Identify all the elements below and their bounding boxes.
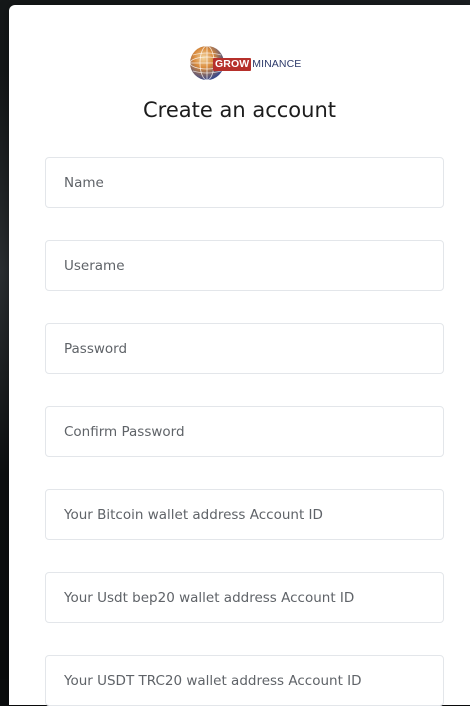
- password-input[interactable]: [45, 323, 444, 374]
- brand-logo[interactable]: GROW MINANCE: [187, 41, 317, 85]
- name-input[interactable]: [45, 157, 444, 208]
- usdt-trc20-wallet-input[interactable]: [45, 655, 444, 706]
- confirm-password-input[interactable]: [45, 406, 444, 457]
- username-input[interactable]: [45, 240, 444, 291]
- brand-name-part2: MINANCE: [252, 57, 302, 70]
- signup-card: GROW MINANCE Create an account: [9, 5, 470, 706]
- form-title: Create an account: [143, 98, 336, 122]
- usdt-bep20-wallet-input[interactable]: [45, 572, 444, 623]
- brand-wordmark: GROW MINANCE: [213, 57, 301, 71]
- bitcoin-wallet-input[interactable]: [45, 489, 444, 540]
- brand-name-part1: GROW: [213, 57, 252, 71]
